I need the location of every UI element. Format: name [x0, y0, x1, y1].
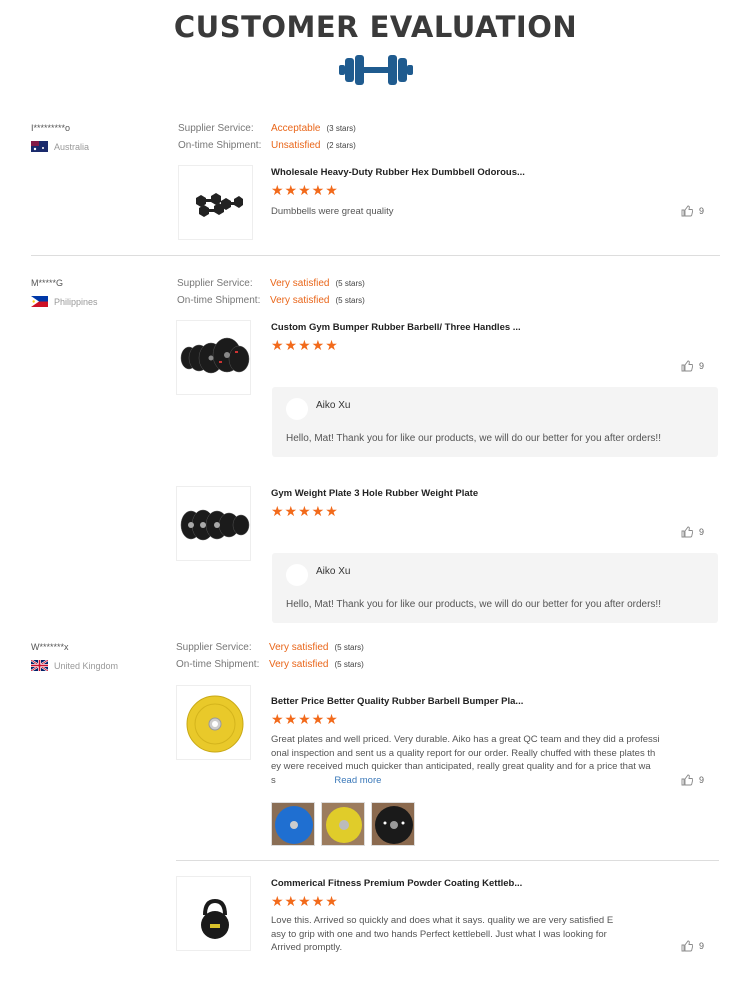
like-count: 9 — [698, 941, 704, 951]
supplier-service-label: Supplier Service: — [176, 642, 252, 653]
supplier-service-label: Supplier Service: — [177, 278, 253, 289]
comment-line: s — [271, 774, 276, 786]
like-button[interactable]: 9 — [681, 940, 704, 952]
product-thumbnail[interactable] — [178, 165, 253, 240]
reply-text: Hello, Mat! Thank you for like our produ… — [286, 433, 661, 444]
product-thumbnail[interactable] — [176, 876, 251, 951]
comment-line: ey were received much quicker than antic… — [271, 761, 651, 772]
ontime-shipment-value: Unsatisfied — [271, 140, 321, 151]
supplier-service-row: Supplier Service: Very satisfied (5 star… — [177, 278, 365, 289]
reply-text: Hello, Mat! Thank you for like our produ… — [286, 599, 661, 610]
ontime-shipment-value: Very satisfied — [270, 295, 330, 306]
seller-reply: Aiko Xu Hello, Mat! Thank you for like o… — [272, 387, 718, 457]
product-name[interactable]: Custom Gym Bumper Rubber Barbell/ Three … — [271, 322, 521, 333]
product-thumbnail[interactable] — [176, 685, 251, 760]
like-button[interactable]: 9 — [681, 774, 704, 786]
reviewed-product: Commerical Fitness Premium Powder Coatin… — [176, 876, 720, 953]
reviewed-product: Better Price Better Quality Rubber Barbe… — [176, 685, 720, 850]
supplier-service-label: Supplier Service: — [178, 123, 254, 134]
review-photo[interactable] — [321, 802, 365, 846]
reviewer-name: W*******x — [31, 642, 69, 652]
reviewer-name: M*****G — [31, 278, 64, 288]
reviewer-country: Philippines — [31, 296, 98, 307]
like-count: 9 — [698, 206, 704, 216]
ontime-shipment-stars: (5 stars) — [335, 296, 365, 305]
thumbs-up-icon — [681, 205, 693, 217]
philippines-flag-icon — [31, 296, 48, 307]
like-count: 9 — [698, 527, 704, 537]
review-comment: Love this. Arrived so quickly and does w… — [271, 914, 613, 955]
thumbs-up-icon — [681, 526, 693, 538]
product-rating-stars: ★★★★★ — [271, 182, 339, 198]
like-button[interactable]: 9 — [681, 360, 704, 372]
review-photo[interactable] — [371, 802, 415, 846]
supplier-service-value: Acceptable — [271, 123, 321, 134]
product-name[interactable]: Better Price Better Quality Rubber Barbe… — [271, 696, 523, 707]
thumbs-up-icon — [681, 360, 693, 372]
dumbbell-icon — [339, 55, 413, 85]
reviewed-product: Custom Gym Bumper Rubber Barbell/ Three … — [176, 320, 720, 460]
product-name[interactable]: Wholesale Heavy-Duty Rubber Hex Dumbbell… — [271, 167, 525, 178]
ontime-shipment-row: On-time Shipment: Very satisfied (5 star… — [176, 659, 364, 670]
product-thumbnail[interactable] — [176, 486, 251, 561]
review-divider — [31, 255, 720, 256]
reviewer-country: Australia — [31, 141, 89, 152]
review-photo[interactable] — [271, 802, 315, 846]
comment-line: Arrived promptly. — [271, 942, 343, 953]
supplier-service-value: Very satisfied — [270, 278, 330, 289]
product-rating-stars: ★★★★★ — [271, 711, 339, 727]
avatar — [286, 564, 308, 586]
ontime-shipment-value: Very satisfied — [269, 659, 329, 670]
country-label: Australia — [54, 141, 90, 152]
ontime-shipment-row: On-time Shipment: Very satisfied (5 star… — [177, 295, 365, 306]
ontime-shipment-stars: (5 stars) — [334, 660, 364, 669]
reply-author: Aiko Xu — [316, 566, 351, 577]
like-count: 9 — [698, 361, 704, 371]
supplier-service-stars: (5 stars) — [334, 643, 364, 652]
comment-line: onal inspection and sent us a quality re… — [271, 747, 656, 759]
ontime-shipment-label: On-time Shipment: — [178, 140, 262, 151]
supplier-service-row: Supplier Service: Very satisfied (5 star… — [176, 642, 364, 653]
review-comment: Dumbbells were great quality — [271, 206, 394, 217]
ontime-shipment-stars: (2 stars) — [326, 141, 356, 150]
reviewed-product: Gym Weight Plate 3 Hole Rubber Weight Pl… — [176, 486, 720, 626]
reviewed-product: Wholesale Heavy-Duty Rubber Hex Dumbbell… — [176, 165, 720, 240]
seller-reply: Aiko Xu Hello, Mat! Thank you for like o… — [272, 553, 718, 623]
like-count: 9 — [698, 775, 704, 785]
comment-line: Love this. Arrived so quickly and does w… — [271, 915, 614, 926]
read-more-link[interactable]: Read more — [334, 775, 381, 786]
ontime-shipment-label: On-time Shipment: — [177, 295, 261, 306]
ontime-shipment-label: On-time Shipment: — [176, 659, 260, 670]
comment-line: Great plates and well priced. Very durab… — [271, 734, 660, 745]
product-rating-stars: ★★★★★ — [271, 503, 339, 519]
supplier-service-row: Supplier Service: Acceptable (3 stars) — [178, 123, 356, 134]
review-divider — [176, 860, 719, 861]
comment-line: asy to grip with one and two hands Perfe… — [271, 928, 607, 940]
like-button[interactable]: 9 — [681, 205, 704, 217]
country-label: United Kingdom — [54, 660, 119, 671]
supplier-service-stars: (3 stars) — [326, 124, 356, 133]
product-name[interactable]: Commerical Fitness Premium Powder Coatin… — [271, 878, 522, 889]
product-rating-stars: ★★★★★ — [271, 337, 339, 353]
australia-flag-icon — [31, 141, 48, 152]
page-title: CUSTOMER EVALUATION — [173, 10, 578, 44]
review-comment: Great plates and well priced. Very durab… — [271, 733, 681, 787]
ontime-shipment-row: On-time Shipment: Unsatisfied (2 stars) — [178, 140, 356, 151]
reply-author: Aiko Xu — [316, 400, 351, 411]
product-rating-stars: ★★★★★ — [271, 893, 339, 909]
product-name[interactable]: Gym Weight Plate 3 Hole Rubber Weight Pl… — [271, 488, 478, 499]
like-button[interactable]: 9 — [681, 526, 704, 538]
united-kingdom-flag-icon — [31, 660, 48, 671]
reviewer-name: I*********o — [31, 123, 71, 133]
country-label: Philippines — [54, 296, 98, 307]
thumbs-up-icon — [681, 940, 693, 952]
reviewer-country: United Kingdom — [31, 660, 118, 671]
thumbs-up-icon — [681, 774, 693, 786]
product-thumbnail[interactable] — [176, 320, 251, 395]
avatar — [286, 398, 308, 420]
supplier-service-stars: (5 stars) — [335, 279, 365, 288]
supplier-service-value: Very satisfied — [269, 642, 329, 653]
